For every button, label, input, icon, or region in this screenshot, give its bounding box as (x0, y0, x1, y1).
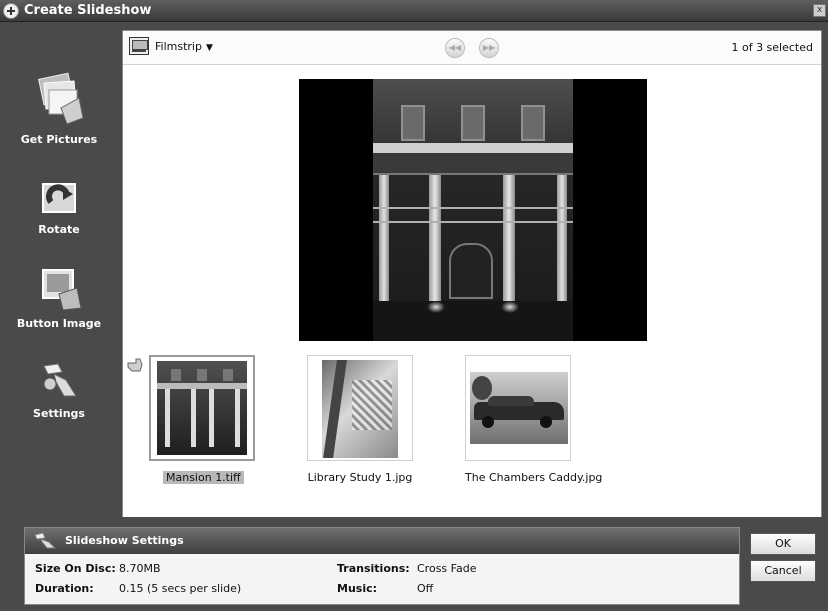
music-row: Music: Off (337, 582, 433, 595)
thumbnail-caption: Library Study 1.jpg (307, 471, 413, 484)
get-pictures-icon (38, 72, 84, 125)
previous-button[interactable]: ◀◀ (445, 38, 465, 58)
app-icon (3, 3, 19, 19)
thumbnail-caption: The Chambers Caddy.jpg (465, 471, 603, 484)
transitions-value: Cross Fade (417, 562, 477, 575)
view-dropdown[interactable]: Filmstrip ▼ (155, 40, 213, 53)
rotate-icon (42, 183, 76, 213)
size-on-disc-value: 8.70MB (119, 562, 161, 575)
thumbnail-frame (149, 355, 255, 461)
music-value: Off (417, 582, 434, 595)
view-dropdown-label: Filmstrip (155, 40, 202, 53)
button-image-button[interactable]: Button Image (0, 268, 118, 330)
thumbnail-frame (465, 355, 571, 461)
settings-button[interactable]: Settings (0, 360, 118, 420)
selection-status: 1 of 3 selected (731, 41, 813, 54)
button-image-icon (42, 269, 82, 311)
get-pictures-label: Get Pictures (20, 133, 98, 146)
get-pictures-button[interactable]: Get Pictures (0, 68, 118, 146)
settings-label: Settings (33, 407, 85, 420)
close-button[interactable]: x (813, 4, 826, 17)
button-image-label: Button Image (16, 317, 102, 330)
transitions-row: Transitions: Cross Fade (337, 562, 476, 575)
hand-pointer-icon (127, 358, 143, 372)
settings-header: Slideshow Settings (25, 528, 739, 554)
create-slideshow-window: Create Slideshow x Get Pictures Rotate B… (0, 0, 828, 611)
settings-icon (34, 532, 57, 549)
size-on-disc-label: Size On Disc: (35, 562, 116, 575)
slideshow-settings-panel: Slideshow Settings Size On Disc: 8.70MB D… (24, 527, 740, 605)
settings-header-title: Slideshow Settings (65, 534, 184, 547)
preview-image (373, 79, 573, 341)
ok-button[interactable]: OK (750, 533, 816, 555)
music-label: Music: (337, 582, 378, 595)
filmstrip-item[interactable]: Mansion 1.tiff (149, 355, 255, 484)
duration-row: Duration: 0.15 (5 secs per slide) (35, 582, 241, 595)
cancel-button[interactable]: Cancel (750, 560, 816, 582)
filmstrip-view-icon[interactable] (129, 37, 149, 55)
preview-panel (299, 79, 647, 341)
rotate-label: Rotate (38, 223, 80, 236)
thumbnail-caption: Mansion 1.tiff (163, 471, 244, 484)
filmstrip-item[interactable]: Library Study 1.jpg (307, 355, 413, 484)
duration-value: 0.15 (5 secs per slide) (119, 582, 242, 595)
filmstrip-item[interactable]: The Chambers Caddy.jpg (465, 355, 603, 484)
transitions-label: Transitions: (337, 562, 410, 575)
toolbar: Filmstrip ▼ ◀◀ ▶▶ 1 of 3 selected (123, 31, 821, 65)
title-bar[interactable]: Create Slideshow x (0, 0, 828, 22)
thumbnail-frame (307, 355, 413, 461)
settings-icon (43, 363, 77, 397)
next-button[interactable]: ▶▶ (479, 38, 499, 58)
duration-label: Duration: (35, 582, 94, 595)
filmstrip: Mansion 1.tiff Library Study 1.jpg The C… (123, 347, 821, 517)
window-title: Create Slideshow (24, 3, 152, 18)
main-content: Filmstrip ▼ ◀◀ ▶▶ 1 of 3 selected Mansio… (122, 30, 822, 517)
rotate-button[interactable]: Rotate (0, 176, 118, 236)
size-on-disc-row: Size On Disc: 8.70MB (35, 562, 161, 575)
chevron-down-icon: ▼ (205, 43, 213, 53)
